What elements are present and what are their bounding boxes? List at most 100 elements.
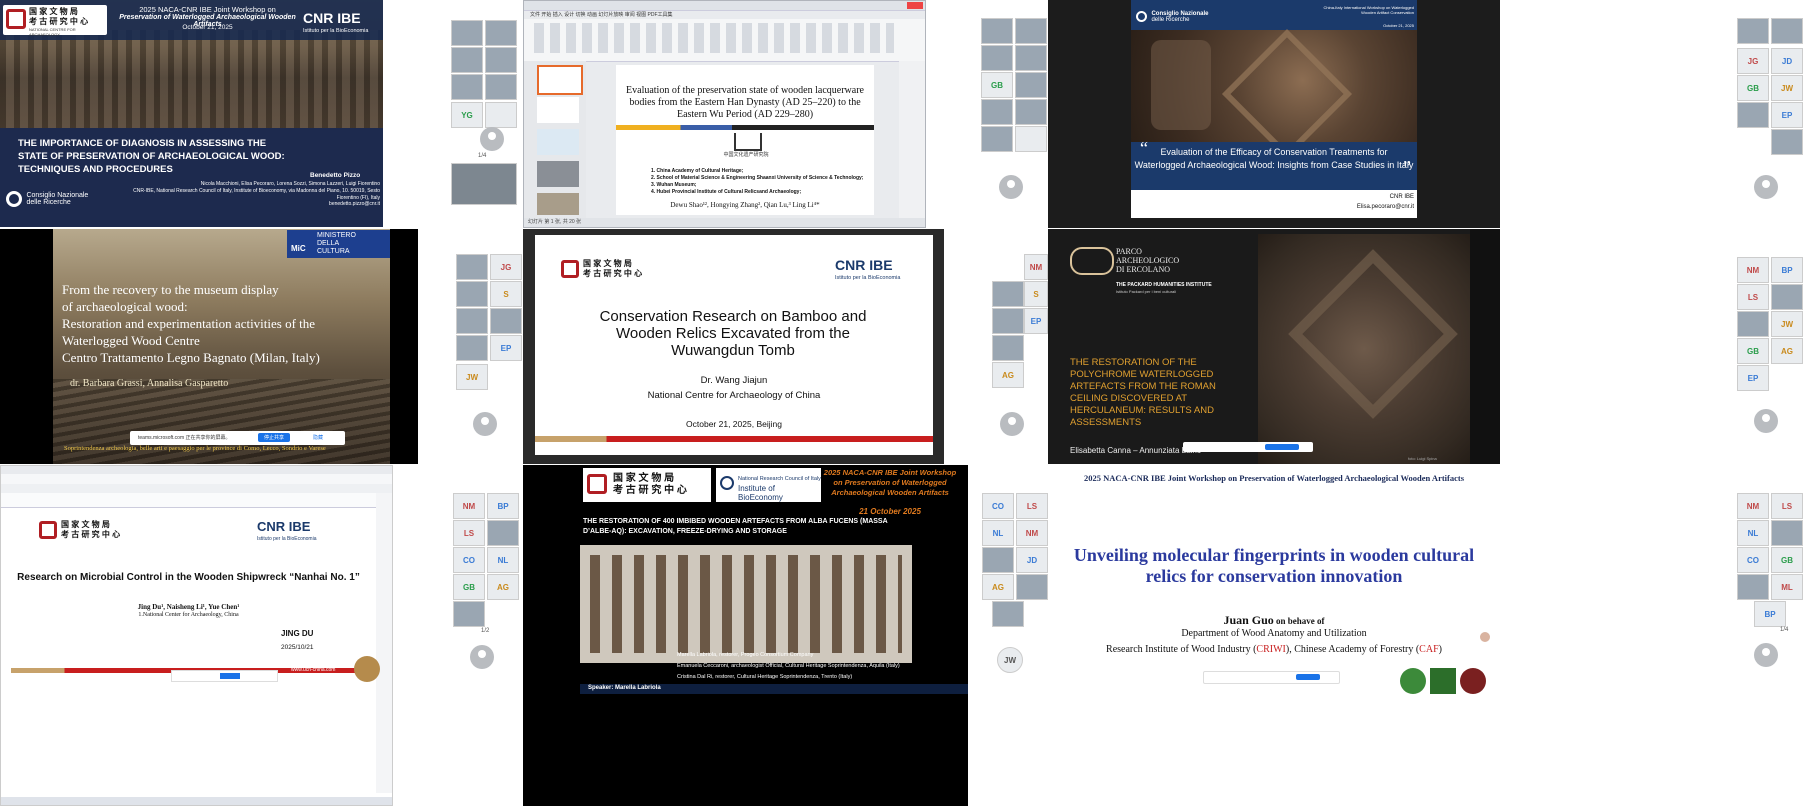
participant-avatar[interactable]: EP	[1737, 365, 1769, 391]
participant-video[interactable]	[1737, 574, 1769, 600]
participant-avatar[interactable]: JW	[456, 364, 488, 390]
taskbar[interactable]	[1, 797, 392, 805]
slide-thumb[interactable]	[537, 97, 579, 123]
participant-video[interactable]	[992, 308, 1024, 334]
participant-video[interactable]	[456, 308, 488, 334]
participant-avatar[interactable]: NL	[1737, 520, 1769, 546]
participant-avatar[interactable]: AG	[1771, 338, 1803, 364]
participant-avatar[interactable]: GB	[1771, 547, 1803, 573]
participant-video[interactable]	[451, 20, 483, 46]
avatar-icon[interactable]	[1480, 632, 1490, 642]
participant-avatar[interactable]: BP	[1754, 601, 1786, 627]
participant-avatar[interactable]: NM	[1737, 493, 1769, 519]
slide-thumb[interactable]	[537, 161, 579, 187]
slide-thumb[interactable]	[537, 193, 579, 215]
participant-avatar[interactable]: GB	[1737, 338, 1769, 364]
slide-thumbnails[interactable]	[524, 61, 586, 219]
right-sidebar[interactable]	[376, 493, 392, 793]
page-indicator[interactable]: 1/2	[481, 628, 489, 634]
participant-video[interactable]	[1015, 72, 1047, 98]
participant-avatar[interactable]: CO	[1737, 547, 1769, 573]
participant-avatar[interactable]: LS	[1737, 284, 1769, 310]
stop-sharing-button[interactable]: 停止共享	[258, 433, 291, 442]
participant-avatar[interactable]: CO	[453, 547, 485, 573]
participant-avatar[interactable]: NL	[982, 520, 1014, 546]
participant-video[interactable]	[981, 18, 1013, 44]
participant-video[interactable]	[1737, 102, 1769, 128]
participant-video[interactable]	[1015, 99, 1047, 125]
participant-avatar[interactable]: S	[1024, 281, 1048, 307]
participant-video[interactable]	[1015, 45, 1047, 71]
participant-avatar[interactable]: NL	[487, 547, 519, 573]
participant-avatar[interactable]: YG	[451, 102, 483, 128]
self-video[interactable]	[451, 163, 517, 205]
participant-avatar[interactable]: ML	[1771, 574, 1803, 600]
participant-video[interactable]	[1737, 311, 1769, 337]
participant-video[interactable]	[485, 20, 517, 46]
page-indicator[interactable]: 1/4	[1780, 627, 1788, 633]
participant-video[interactable]	[1015, 18, 1047, 44]
participant-avatar[interactable]: EP	[1024, 308, 1048, 334]
participant-avatar[interactable]: EP	[1771, 102, 1803, 128]
participant-avatar[interactable]: LS	[1016, 493, 1048, 519]
participant-video[interactable]	[453, 601, 485, 627]
participant-avatar[interactable]: S	[490, 281, 522, 307]
participant-avatar[interactable]: CO	[982, 493, 1014, 519]
participant-video[interactable]	[1771, 520, 1803, 546]
participant-avatar[interactable]: AG	[487, 574, 519, 600]
participant-video[interactable]	[456, 281, 488, 307]
participant-video[interactable]	[451, 47, 483, 73]
participant-video[interactable]	[1771, 129, 1803, 155]
participant-video[interactable]	[451, 74, 483, 100]
participant-avatar[interactable]: NM	[453, 493, 485, 519]
participant-avatar[interactable]: LS	[1771, 493, 1803, 519]
participant-avatar[interactable]: NM	[1737, 257, 1769, 283]
participant-avatar[interactable]: JD	[1771, 48, 1803, 74]
participant-video[interactable]	[487, 520, 519, 546]
participant-avatar[interactable]: NM	[1016, 520, 1048, 546]
participant-avatar[interactable]: GB	[453, 574, 485, 600]
participant-avatar[interactable]: BP	[1771, 257, 1803, 283]
right-toolbar[interactable]	[899, 61, 925, 219]
participant-avatar[interactable]	[1015, 126, 1047, 152]
participant-video[interactable]	[490, 308, 522, 334]
stop-sharing-button[interactable]	[220, 673, 240, 679]
participant-video[interactable]	[456, 254, 488, 280]
participant-avatar[interactable]: NM	[1024, 254, 1048, 280]
participant-video[interactable]	[1737, 18, 1769, 44]
participant-avatar[interactable]: JW	[1771, 311, 1803, 337]
participant-avatar[interactable]: JW	[1771, 75, 1803, 101]
page-indicator[interactable]: 1/4	[478, 153, 486, 159]
participant-avatar[interactable]: JG	[490, 254, 522, 280]
participant-video[interactable]	[456, 335, 488, 361]
stop-sharing-button[interactable]	[1296, 674, 1320, 680]
participant-avatar[interactable]: JD	[1016, 547, 1048, 573]
participant-video[interactable]	[1016, 574, 1048, 600]
participant-avatar[interactable]	[485, 102, 517, 128]
participant-video[interactable]	[992, 601, 1024, 627]
menu-bar[interactable]: 文件 开始 插入 设计 切换 动画 幻灯片放映 审阅 视图 PDF工具集	[530, 11, 673, 18]
participant-avatar[interactable]: JG	[1737, 48, 1769, 74]
slide-thumb[interactable]	[537, 65, 583, 95]
participant-video[interactable]	[992, 335, 1024, 361]
ribbon-icons[interactable]	[534, 23, 894, 53]
participant-video[interactable]	[982, 547, 1014, 573]
participant-avatar[interactable]: GB	[1737, 75, 1769, 101]
participant-video[interactable]	[981, 99, 1013, 125]
participant-video[interactable]	[1771, 284, 1803, 310]
slide-canvas[interactable]: Evaluation of the preservation state of …	[616, 65, 874, 215]
participant-avatar[interactable]: AG	[982, 574, 1014, 600]
participant-video[interactable]	[992, 281, 1024, 307]
hide-button[interactable]: 隐藏	[313, 434, 323, 441]
slide-thumb[interactable]	[537, 129, 579, 155]
participant-video[interactable]	[1771, 18, 1803, 44]
participant-video[interactable]	[981, 126, 1013, 152]
participant-video[interactable]	[485, 47, 517, 73]
participant-avatar[interactable]: JW	[997, 647, 1023, 673]
participant-avatar[interactable]: BP	[487, 493, 519, 519]
participant-video[interactable]	[485, 74, 517, 100]
participant-avatar[interactable]: GB	[981, 72, 1013, 98]
toolbar[interactable]	[1, 493, 392, 508]
stop-sharing-button[interactable]	[1265, 444, 1299, 450]
participant-avatar[interactable]: LS	[453, 520, 485, 546]
